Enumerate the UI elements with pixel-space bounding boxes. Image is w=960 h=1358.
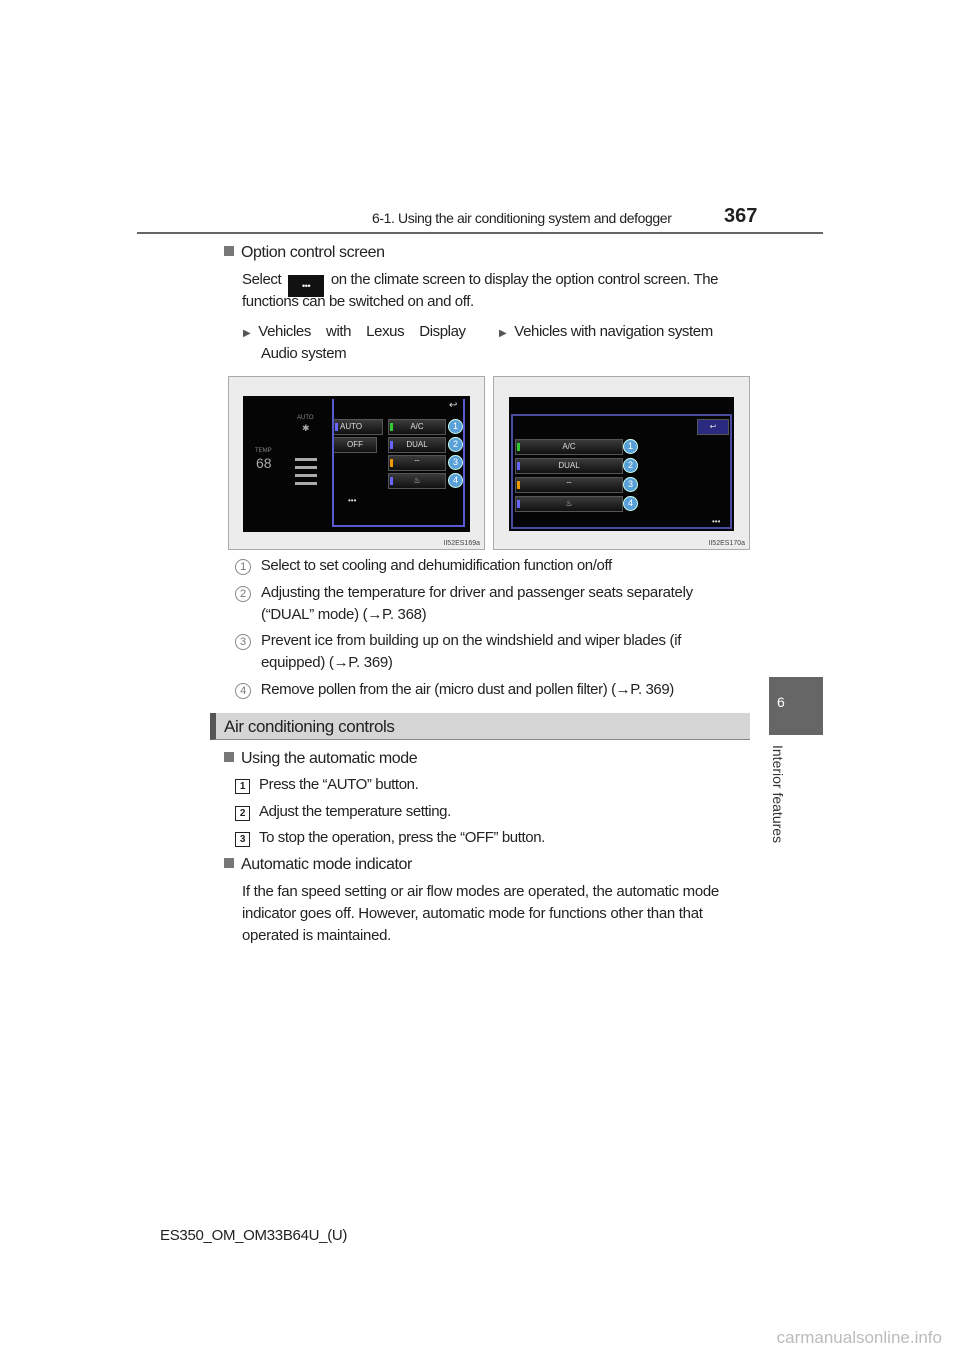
three-dots-icon: ••• bbox=[348, 496, 357, 505]
page-number: 367 bbox=[724, 205, 758, 227]
square-bullet-icon bbox=[224, 752, 234, 762]
chapter-number: 6 bbox=[777, 694, 785, 710]
text: Vehicles with Lexus Display bbox=[258, 323, 466, 340]
triangle-bullet-icon: ▶ bbox=[243, 328, 251, 339]
callout-2: 2 bbox=[448, 437, 463, 452]
line: (“DUAL” mode) (→P. 368) bbox=[261, 606, 427, 623]
back-icon: ↩ bbox=[449, 400, 458, 411]
option-body-line2: functions can be switched on and off. bbox=[242, 293, 474, 310]
callout-item-4: 4 Remove pollen from the air (micro dust… bbox=[235, 681, 674, 699]
step-number: 3 bbox=[235, 832, 250, 847]
text: Vehicles with navigation system bbox=[514, 323, 713, 340]
section-title-text: Air conditioning controls bbox=[224, 717, 395, 736]
line: equipped) (→P. 369) bbox=[261, 654, 393, 671]
step-3: 3 To stop the operation, press the “OFF” … bbox=[235, 829, 545, 847]
windshield-deicer-button: ⌔ bbox=[515, 477, 623, 493]
dual-button: DUAL bbox=[388, 437, 446, 453]
callout-item-3: 3 bbox=[235, 632, 251, 650]
callout-number: 4 bbox=[235, 683, 251, 699]
back-icon: ↩ bbox=[697, 419, 729, 435]
climate-screen: AUTO ✱ TEMP 68 AUTO OFF ↩ A/C DUAL ⌔ ♨ 1… bbox=[243, 396, 470, 532]
callout-text: Remove pollen from the air (micro dust a… bbox=[260, 681, 675, 698]
line: operated is maintained. bbox=[242, 927, 392, 944]
line: If the fan speed setting or air flow mod… bbox=[242, 883, 719, 900]
heading-text: Automatic mode indicator bbox=[241, 856, 412, 873]
heading-text: Using the automatic mode bbox=[241, 750, 418, 767]
line: Prevent ice from building up on the wind… bbox=[261, 632, 682, 649]
three-dots-icon: ••• bbox=[712, 517, 721, 526]
callout-4: 4 bbox=[448, 473, 463, 488]
indicator-heading: Automatic mode indicator bbox=[224, 856, 412, 874]
step-text: Adjust the temperature setting. bbox=[259, 803, 451, 820]
heading-text: Option control screen bbox=[241, 244, 385, 261]
callout-text: Select to set cooling and dehumidificati… bbox=[260, 557, 612, 574]
pollen-filter-button: ♨ bbox=[515, 496, 623, 512]
figure-code: II52ES170a bbox=[708, 540, 745, 547]
auto-mode-heading: Using the automatic mode bbox=[224, 750, 418, 768]
callout-text-2: Adjusting the temperature for driver and… bbox=[261, 582, 764, 626]
fan-level-bars bbox=[295, 458, 317, 485]
footer-code: ES350_OM_OM33B64U_(U) bbox=[160, 1227, 348, 1244]
temp-label: TEMP bbox=[255, 448, 272, 454]
figure-code: II52ES169a bbox=[443, 540, 480, 547]
callout-text-3: Prevent ice from building up on the wind… bbox=[261, 630, 764, 674]
square-bullet-icon bbox=[224, 246, 234, 256]
figure-lexus-display: AUTO ✱ TEMP 68 AUTO OFF ↩ A/C DUAL ⌔ ♨ 1… bbox=[228, 376, 485, 550]
step-text: Press the “AUTO” button. bbox=[259, 776, 419, 793]
fan-icon: ✱ bbox=[302, 423, 310, 433]
variant-lexus-display-line2: Audio system bbox=[261, 345, 347, 362]
callout-number: 3 bbox=[235, 634, 251, 650]
text: on the climate screen to display the opt… bbox=[330, 271, 719, 288]
callout-1: 1 bbox=[623, 439, 638, 454]
callout-2: 2 bbox=[623, 458, 638, 473]
pollen-filter-button: ♨ bbox=[388, 473, 446, 489]
figure-navigation: ↩ A/C DUAL ⌔ ♨ 1 2 3 4 ••• II52ES170a bbox=[493, 376, 750, 550]
callout-3: 3 bbox=[448, 455, 463, 470]
dual-button: DUAL bbox=[515, 458, 623, 474]
variant-navigation: ▶ Vehicles with navigation system bbox=[499, 323, 713, 340]
section-header: Air conditioning controls bbox=[210, 713, 750, 740]
callout-4: 4 bbox=[623, 496, 638, 511]
triangle-bullet-icon: ▶ bbox=[499, 328, 507, 339]
ac-button: A/C bbox=[515, 439, 623, 455]
callout-1: 1 bbox=[448, 419, 463, 434]
variant-lexus-display: ▶ Vehicles with Lexus Display bbox=[243, 323, 466, 340]
step-1: 1 Press the “AUTO” button. bbox=[235, 776, 419, 794]
callout-item-2: 2 bbox=[235, 584, 251, 602]
step-number: 2 bbox=[235, 806, 250, 821]
square-bullet-icon bbox=[224, 858, 234, 868]
chapter-label: Interior features bbox=[770, 745, 786, 844]
indicator-body: If the fan speed setting or air flow mod… bbox=[242, 881, 745, 947]
section-title: 6-1. Using the air conditioning system a… bbox=[372, 210, 672, 226]
step-text: To stop the operation, press the “OFF” b… bbox=[259, 829, 545, 846]
callout-3: 3 bbox=[623, 477, 638, 492]
chapter-tab: 6 bbox=[769, 677, 823, 735]
header-rule bbox=[137, 232, 823, 234]
callout-number: 2 bbox=[235, 586, 251, 602]
text: Select bbox=[242, 271, 282, 288]
windshield-deicer-button: ⌔ bbox=[388, 455, 446, 471]
callout-item-1: 1 Select to set cooling and dehumidifica… bbox=[235, 557, 612, 575]
step-number: 1 bbox=[235, 779, 250, 794]
step-2: 2 Adjust the temperature setting. bbox=[235, 803, 451, 821]
ac-button: A/C bbox=[388, 419, 446, 435]
line: indicator goes off. However, automatic m… bbox=[242, 905, 703, 922]
callout-number: 1 bbox=[235, 559, 251, 575]
option-heading: Option control screen bbox=[224, 244, 385, 262]
line: Adjusting the temperature for driver and… bbox=[261, 584, 693, 601]
watermark: carmanualsonline.info bbox=[776, 1328, 942, 1347]
auto-label: AUTO bbox=[297, 415, 314, 421]
climate-screen: ↩ A/C DUAL ⌔ ♨ 1 2 3 4 ••• bbox=[509, 397, 734, 531]
temp-value: 68 bbox=[256, 455, 272, 471]
